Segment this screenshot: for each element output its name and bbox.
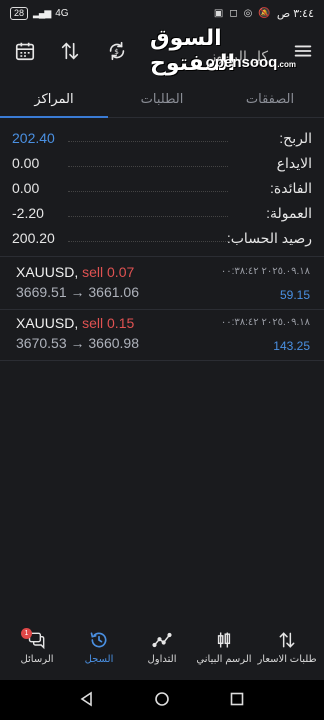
battery-indicator: 28 [10, 6, 29, 20]
nav-chart-label: الرسم البياني [196, 654, 252, 665]
dotted-leader [68, 241, 228, 242]
summary-row-commission: -2.20 العمولة: [0, 201, 324, 226]
nav-messages-label: الرسائل [20, 654, 54, 665]
chart-icon [217, 632, 231, 648]
symbols-filter-title[interactable]: كل الرموز [209, 48, 268, 65]
open-price: 3669.51 [16, 284, 67, 300]
status-left: 28 ▂▄▆ 4G [10, 6, 69, 20]
status-bar: 28 ▂▄▆ 4G ٣:٤٤ ص 🔕 ◎ ◻ ▣ [0, 0, 324, 26]
position-symbol-line: XAUUSD, sell 0.15 [16, 315, 134, 331]
mute-icon: 🔕 [258, 7, 271, 19]
tab-orders[interactable]: الطلبات [108, 80, 216, 117]
profit-value: 202.40 [12, 130, 55, 146]
nav-history-label: السجل [84, 654, 114, 665]
dotted-leader [68, 141, 228, 142]
nav-chart[interactable]: الرسم البياني [192, 630, 256, 674]
swap-value: 0.00 [12, 180, 40, 196]
signal-icon: ▂▄▆ [33, 7, 51, 18]
tab-deals[interactable]: الصفقات [216, 80, 324, 117]
bottom-navigation: 1 الرسائل السجل التداول الرسم البياني طل… [0, 628, 324, 674]
position-profit: 59.15 [279, 288, 310, 302]
sort-icon[interactable] [55, 36, 85, 66]
calendar-icon[interactable] [10, 36, 40, 66]
balance-label: رصيد الحساب: [226, 230, 312, 246]
position-datetime: ٢٠٢٥.٠٩.١٨ ٠٠:٣٨:٤٢ [220, 266, 310, 277]
status-right: ٣:٤٤ ص 🔕 ◎ ◻ ▣ [214, 7, 314, 20]
nav-quotes[interactable]: طلبات الاسعار [255, 630, 319, 674]
recents-icon[interactable] [229, 691, 245, 707]
trade-icon [152, 632, 172, 648]
notification-icon: ▣ [213, 7, 224, 19]
open-price: 3670.53 [16, 335, 67, 351]
close-price: 3660.98 [88, 335, 139, 351]
commission-value: -2.20 [12, 205, 44, 221]
position-symbol-line: XAUUSD, sell 0.07 [16, 264, 134, 280]
status-time: ٣:٤٤ ص [276, 7, 314, 20]
arrow-icon: → [70, 284, 85, 300]
deposit-label: الايداع [276, 155, 312, 171]
nav-trade-label: التداول [147, 654, 177, 665]
summary-row-deposit: 0.00 الايداع [0, 151, 324, 176]
summary-row-profit: 202.40 الربح: [0, 126, 324, 151]
history-icon [90, 632, 107, 648]
toolbar: $ كل الرموز [0, 28, 324, 74]
instagram-icon: ◻ [229, 7, 238, 19]
close-price: 3661.06 [88, 284, 139, 300]
system-navigation-bar [0, 680, 324, 720]
history-tabs: الصفقات الطلبات المراكز [0, 80, 324, 118]
summary-row-balance: 200.20 رصيد الحساب: [0, 226, 324, 251]
back-icon[interactable] [79, 691, 95, 707]
position-profit: 143.25 [273, 339, 310, 353]
position-symbol: XAUUSD, [16, 315, 79, 331]
nav-quotes-label: طلبات الاسعار [257, 654, 317, 665]
nav-messages[interactable]: 1 الرسائل [5, 628, 69, 674]
svg-text:$: $ [114, 47, 119, 56]
arrow-icon: → [70, 335, 85, 351]
swap-label: الفائدة: [270, 180, 312, 196]
dotted-leader [68, 191, 228, 192]
balance-value: 200.20 [12, 230, 55, 246]
whatsapp-icon: ◎ [243, 7, 253, 19]
position-prices: 3669.51 → 3661.06 [16, 284, 139, 300]
position-datetime: ٢٠٢٥.٠٩.١٨ ٠٠:٣٨:٤٢ [220, 317, 310, 328]
tab-positions[interactable]: المراكز [0, 80, 108, 118]
dotted-leader [68, 166, 228, 167]
position-symbol: XAUUSD, [16, 264, 79, 280]
nav-history[interactable]: السجل [67, 630, 131, 674]
position-prices: 3670.53 → 3660.98 [16, 335, 139, 351]
account-summary: 202.40 الربح: 0.00 الايداع 0.00 الفائدة:… [0, 126, 324, 251]
deposit-value: 0.00 [12, 155, 40, 171]
currency-refresh-icon[interactable]: $ [102, 36, 132, 66]
position-side: sell 0.15 [82, 315, 135, 331]
commission-label: العمولة: [266, 205, 312, 221]
network-label: 4G [55, 7, 69, 19]
position-row[interactable]: XAUUSD, sell 0.07 3669.51 → 3661.06 ٢٠٢٥… [0, 260, 324, 310]
dotted-leader [68, 216, 228, 217]
home-icon[interactable] [154, 691, 170, 707]
messages-badge: 1 [21, 628, 32, 639]
nav-trade[interactable]: التداول [130, 630, 194, 674]
position-side: sell 0.07 [82, 264, 135, 280]
menu-icon[interactable] [288, 36, 318, 66]
divider [0, 256, 324, 257]
quotes-icon [279, 632, 295, 648]
position-row[interactable]: XAUUSD, sell 0.15 3670.53 → 3660.98 ٢٠٢٥… [0, 311, 324, 361]
profit-label: الربح: [279, 130, 312, 146]
summary-row-swap: 0.00 الفائدة: [0, 176, 324, 201]
